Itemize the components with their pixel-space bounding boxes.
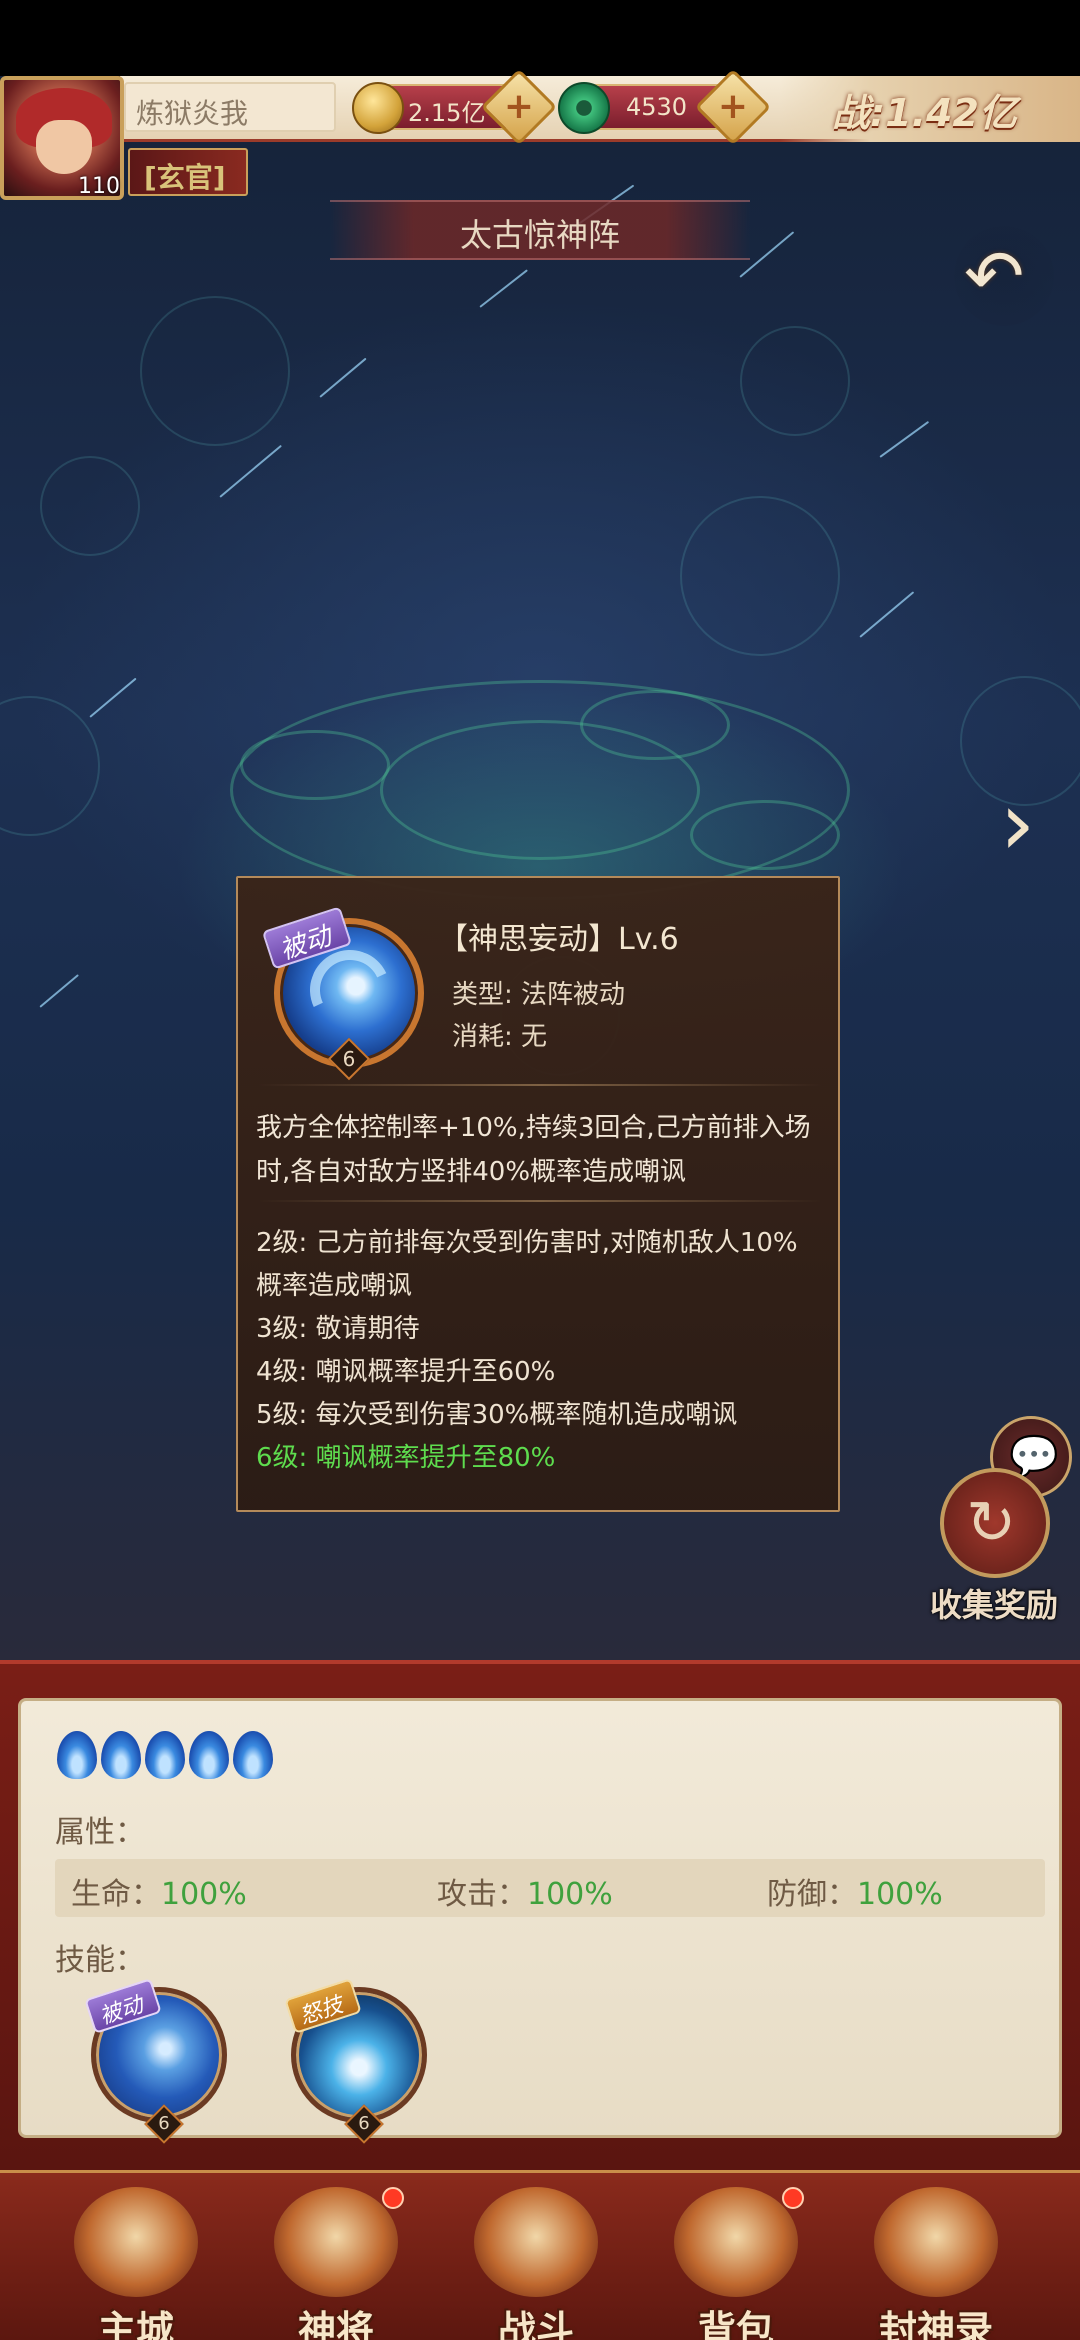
title-banner: 太古惊神阵 bbox=[330, 200, 750, 260]
combat-power-value: 战:1.42亿 bbox=[832, 91, 1017, 135]
attr-defense-value: 100% bbox=[857, 1877, 943, 1912]
crossed-swords-icon bbox=[474, 2187, 598, 2297]
formation-info-panel: 属性： 生命：100% 攻击：100% 防御：100% 技能： 被动 6 怒技 … bbox=[18, 1698, 1062, 2144]
bag-icon bbox=[674, 2187, 798, 2297]
jade-icon bbox=[558, 82, 610, 134]
page-title: 太古惊神阵 bbox=[459, 216, 620, 254]
coin-icon bbox=[352, 82, 404, 134]
attr-hp-value: 100% bbox=[161, 1877, 247, 1912]
avatar-face bbox=[36, 120, 92, 174]
scroll-icon bbox=[874, 2187, 998, 2297]
nav-bag[interactable]: 背包 bbox=[656, 2187, 816, 2340]
status-bar bbox=[0, 0, 1080, 76]
level-effect-4: 4级: 嘲讽概率提升至60% bbox=[256, 1357, 556, 1387]
nav-main-city[interactable]: 主城 bbox=[56, 2187, 216, 2340]
skill-slot-level: 6 bbox=[358, 2113, 370, 2134]
skill-name: 【神思妄动】Lv.6 bbox=[438, 922, 679, 957]
nav-label: 神将 bbox=[297, 2308, 374, 2340]
attributes-label: 属性： bbox=[55, 1815, 145, 1850]
blue-flame-icon bbox=[233, 1731, 273, 1779]
attributes-row: 生命：100% 攻击：100% 防御：100% bbox=[55, 1859, 1045, 1917]
nav-generals[interactable]: 神将 bbox=[256, 2187, 416, 2340]
attr-attack-value: 100% bbox=[527, 1877, 613, 1912]
level-effect-6-current: 6级: 嘲讽概率提升至80% bbox=[256, 1443, 556, 1473]
attr-defense-name: 防御： bbox=[767, 1877, 857, 1912]
level-effects-list: 2级: 己方前排每次受到伤害时,对随机敌人10%概率造成嘲讽 3级: 敬请期待 … bbox=[256, 1222, 822, 1480]
blue-flame-icon bbox=[189, 1731, 229, 1779]
skill-level-number: 6 bbox=[342, 1047, 356, 1071]
back-button[interactable]: ↶ bbox=[954, 226, 1054, 326]
coin-value: 2.15亿 bbox=[408, 99, 486, 127]
plus-icon: + bbox=[717, 86, 749, 127]
player-level: 110 bbox=[78, 174, 120, 199]
collect-reward-label: 收集奖励 bbox=[930, 1586, 1059, 1624]
passive-badge: 被动 bbox=[84, 1978, 162, 2034]
skill-slot-passive[interactable]: 被动 6 bbox=[84, 1978, 227, 2144]
star-rating bbox=[57, 1731, 277, 1781]
notification-dot bbox=[382, 2187, 404, 2209]
rank-text: [玄官] bbox=[144, 161, 226, 194]
skill-cost: 消耗: 无 bbox=[452, 1022, 548, 1052]
back-arrow-icon: ↶ bbox=[964, 234, 1025, 318]
rage-badge-label: 怒技 bbox=[296, 1992, 347, 2030]
attr-hp-name: 生命： bbox=[71, 1877, 161, 1912]
magic-node bbox=[240, 730, 390, 800]
level-effect-5: 5级: 每次受到伤害30%概率随机造成嘲讽 bbox=[256, 1400, 738, 1430]
nav-label: 战斗 bbox=[497, 2308, 574, 2340]
plus-icon: + bbox=[503, 86, 535, 127]
skill-tooltip: 被动 6 【神思妄动】Lv.6 类型: 法阵被动 消耗: 无 我方全体控制率+1… bbox=[236, 876, 840, 1512]
nav-label: 背包 bbox=[697, 2308, 774, 2340]
nav-label: 主城 bbox=[97, 2308, 174, 2340]
blue-flame-icon bbox=[101, 1731, 141, 1779]
level-effect-3: 3级: 敬请期待 bbox=[256, 1314, 420, 1344]
collect-reward-button[interactable]: ↻ bbox=[940, 1468, 1050, 1578]
magic-node bbox=[580, 690, 730, 760]
magic-node bbox=[690, 800, 840, 870]
rank-tag: [玄官] bbox=[128, 148, 248, 196]
passive-badge-label: 被动 bbox=[96, 1992, 147, 2030]
skill-description: 我方全体控制率+10%,持续3回合,己方前排入场时,各自对敌方竖排40%概率造成… bbox=[256, 1113, 811, 1187]
nav-fengshen-record[interactable]: 封神录 bbox=[856, 2187, 1016, 2340]
skill-slot-rage[interactable]: 怒技 6 bbox=[284, 1978, 427, 2144]
skill-type: 类型: 法阵被动 bbox=[452, 980, 626, 1010]
level-effect-2: 2级: 己方前排每次受到伤害时,对随机敌人10%概率造成嘲讽 bbox=[256, 1228, 798, 1301]
notification-dot bbox=[782, 2187, 804, 2209]
palace-icon bbox=[74, 2187, 198, 2297]
chevron-right-icon: › bbox=[1000, 772, 1036, 875]
attr-hp: 生命：100% bbox=[71, 1869, 247, 1913]
divider bbox=[258, 1200, 822, 1202]
skill-slot-level: 6 bbox=[158, 2113, 170, 2134]
top-hud: 110 炼狱炎我 [玄官] 2.15亿 + 4530 + 战:1.42亿 bbox=[0, 68, 1080, 202]
player-name-box: 炼狱炎我 bbox=[124, 82, 336, 132]
blue-flame-icon bbox=[145, 1731, 185, 1779]
blue-flame-icon bbox=[57, 1731, 97, 1779]
swirl-reward-icon: ↻ bbox=[966, 1488, 1017, 1558]
next-formation-button[interactable]: › bbox=[1000, 780, 1060, 880]
bottom-nav: 主城 神将 战斗 背包 封神录 bbox=[0, 2170, 1080, 2340]
player-name: 炼狱炎我 bbox=[136, 97, 249, 130]
general-icon bbox=[274, 2187, 398, 2297]
rage-badge: 怒技 bbox=[284, 1978, 362, 2034]
attr-defense: 防御：100% bbox=[767, 1869, 943, 1913]
combat-power: 战:1.42亿 bbox=[780, 76, 1080, 142]
skills-label: 技能： bbox=[55, 1943, 145, 1978]
attr-attack: 攻击：100% bbox=[437, 1869, 613, 1913]
attr-attack-name: 攻击： bbox=[437, 1877, 527, 1912]
jade-value: 4530 bbox=[626, 93, 688, 121]
nav-label: 封神录 bbox=[878, 2308, 993, 2340]
player-avatar[interactable]: 110 bbox=[0, 76, 124, 200]
nav-battle[interactable]: 战斗 bbox=[456, 2187, 616, 2340]
divider bbox=[258, 1084, 822, 1086]
